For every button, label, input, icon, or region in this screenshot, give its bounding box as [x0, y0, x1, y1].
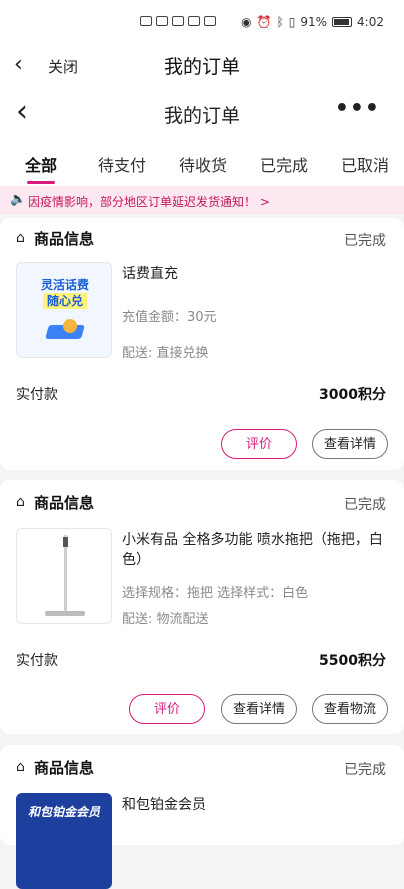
bluetooth-icon: ᛒ	[276, 15, 284, 29]
speaker-icon: 🔈	[10, 192, 27, 207]
signal-icons	[140, 16, 216, 26]
tab-pending-payment[interactable]: 待支付	[98, 152, 146, 176]
paid-label: 实付款	[16, 653, 58, 669]
webview-title: 我的订单	[163, 56, 240, 78]
order-tabs: 全部 待支付 待收货 已完成 已取消	[0, 142, 404, 186]
section-title: 商品信息	[34, 494, 95, 512]
tab-cancelled[interactable]: 已取消	[341, 152, 389, 176]
order-status: 已完成	[344, 497, 386, 513]
review-button[interactable]: 评价	[129, 694, 205, 724]
product-thumbnail[interactable]: 和包铂金会员	[16, 793, 112, 889]
product-name[interactable]: 小米有品 全格多功能 喷水拖把（拖把，白色）	[122, 530, 386, 570]
notice-bar[interactable]: 🔈 因疫情影响，部分地区订单延迟发货通知！ >	[0, 186, 404, 214]
clock: 4:02	[357, 15, 384, 29]
active-tab-indicator	[27, 181, 55, 184]
paid-label: 实付款	[16, 387, 58, 403]
shop-icon: ⌂	[16, 494, 25, 510]
thumb-text: 和包铂金会员	[27, 805, 100, 819]
signal-icon	[156, 16, 168, 26]
eye-icon: ◉	[241, 15, 252, 29]
mop-grip	[63, 537, 68, 547]
paid-amount: 5500积分	[319, 653, 386, 669]
tab-all[interactable]: 全部	[25, 152, 57, 176]
tab-pending-receipt[interactable]: 待收货	[179, 152, 227, 176]
view-details-button[interactable]: 查看详情	[221, 694, 297, 724]
mail-icon	[188, 16, 200, 26]
battery-percent: 91%	[300, 15, 328, 29]
notice-text: 因疫情影响，部分地区订单延迟发货通知！ >	[28, 195, 270, 209]
app-icon	[204, 16, 216, 26]
thumb-line: 灵活话费	[40, 278, 89, 292]
product-thumbnail[interactable]: 灵活话费 随心兑	[16, 262, 112, 358]
product-thumbnail[interactable]	[16, 528, 112, 624]
product-name[interactable]: 和包铂金会员	[122, 795, 386, 815]
notification-icon	[172, 16, 184, 26]
battery-icon	[332, 17, 353, 27]
webview-header: ‹ 关闭 我的订单	[0, 46, 404, 86]
page-header: ‹ 我的订单 •••	[0, 86, 404, 142]
order-status: 已完成	[344, 233, 386, 249]
alarm-icon: ⏰	[256, 15, 272, 29]
order-status: 已完成	[344, 762, 386, 778]
product-name[interactable]: 话费直充	[122, 264, 386, 284]
shop-icon: ⌂	[16, 759, 25, 775]
product-spec: 选择规格：拖把 选择样式：白色	[122, 586, 309, 601]
section-title: 商品信息	[34, 230, 95, 248]
mop-head	[45, 611, 85, 616]
product-spec: 充值金额：30元	[122, 310, 217, 325]
coin-illustration	[63, 319, 77, 333]
review-button[interactable]: 评价	[221, 429, 297, 459]
view-details-button[interactable]: 查看详情	[312, 429, 388, 459]
shop-icon: ⌂	[16, 230, 25, 246]
tab-completed[interactable]: 已完成	[260, 152, 308, 176]
paid-amount: 3000积分	[319, 387, 386, 403]
thumb-line: 随心兑	[42, 293, 87, 309]
section-title: 商品信息	[34, 759, 95, 777]
order-card: ⌂ 商品信息 已完成 和包铂金会员 和包铂金会员	[0, 745, 404, 889]
delivery-info: 配送: 物流配送	[122, 612, 209, 627]
order-card: ⌂ 商品信息 已完成 灵活话费 随心兑 话费直充 充值金额：30元 配送: 直接…	[0, 218, 404, 470]
order-card: ⌂ 商品信息 已完成 小米有品 全格多功能 喷水拖把（拖把，白色） 选择规格：拖…	[0, 480, 404, 734]
status-bar: ◉ ⏰ ᛒ ▯ 91% 4:02	[0, 0, 404, 46]
more-icon[interactable]: •••	[335, 96, 380, 121]
hd-icon	[140, 16, 152, 26]
delivery-info: 配送: 直接兑换	[122, 346, 209, 361]
view-logistics-button[interactable]: 查看物流	[312, 694, 388, 724]
vibrate-icon: ▯	[288, 15, 296, 29]
